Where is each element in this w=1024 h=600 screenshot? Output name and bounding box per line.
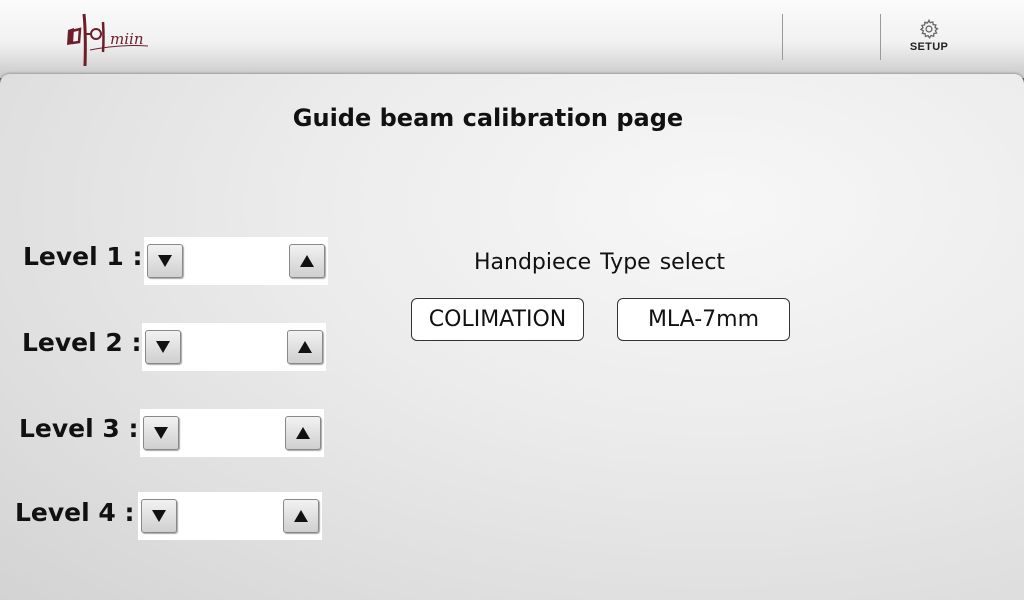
arrow-up-icon [300, 255, 314, 267]
top-bar: miin SETUP [0, 0, 1024, 78]
level-2-increase-button[interactable] [287, 330, 323, 364]
level-3-decrease-button[interactable] [143, 416, 179, 450]
level-4-decrease-button[interactable] [141, 499, 177, 533]
mla-7mm-button[interactable]: MLA-7mm [617, 298, 790, 341]
header-divider [782, 14, 783, 60]
arrow-down-icon [156, 341, 170, 353]
level-4-label: Level 4 : [15, 498, 135, 527]
header-divider [880, 14, 881, 60]
arrow-up-icon [298, 341, 312, 353]
level-2-stepper [142, 323, 326, 371]
arrow-up-icon [296, 427, 310, 439]
miin-logo: miin [60, 4, 160, 70]
arrow-down-icon [154, 427, 168, 439]
level-3-stepper [140, 409, 324, 457]
handpiece-type-title: Handpiece Type select [474, 250, 726, 275]
level-4-increase-button[interactable] [283, 499, 319, 533]
level-1-label: Level 1 : [23, 242, 143, 271]
level-1-decrease-button[interactable] [147, 244, 183, 278]
gear-icon [919, 18, 939, 39]
main-panel: Guide beam calibration page Level 1 : Le… [0, 74, 1024, 600]
page-title: Guide beam calibration page [292, 104, 684, 132]
level-3-increase-button[interactable] [285, 416, 321, 450]
setup-label: SETUP [909, 41, 949, 53]
colimation-button[interactable]: COLIMATION [411, 298, 584, 341]
level-4-stepper [138, 492, 322, 540]
arrow-down-icon [158, 255, 172, 267]
level-2-decrease-button[interactable] [145, 330, 181, 364]
level-3-label: Level 3 : [19, 414, 139, 443]
level-1-stepper [144, 237, 328, 285]
level-2-label: Level 2 : [22, 328, 142, 357]
arrow-up-icon [294, 510, 308, 522]
arrow-down-icon [152, 510, 166, 522]
level-1-increase-button[interactable] [289, 244, 325, 278]
setup-button[interactable]: SETUP [896, 14, 962, 64]
